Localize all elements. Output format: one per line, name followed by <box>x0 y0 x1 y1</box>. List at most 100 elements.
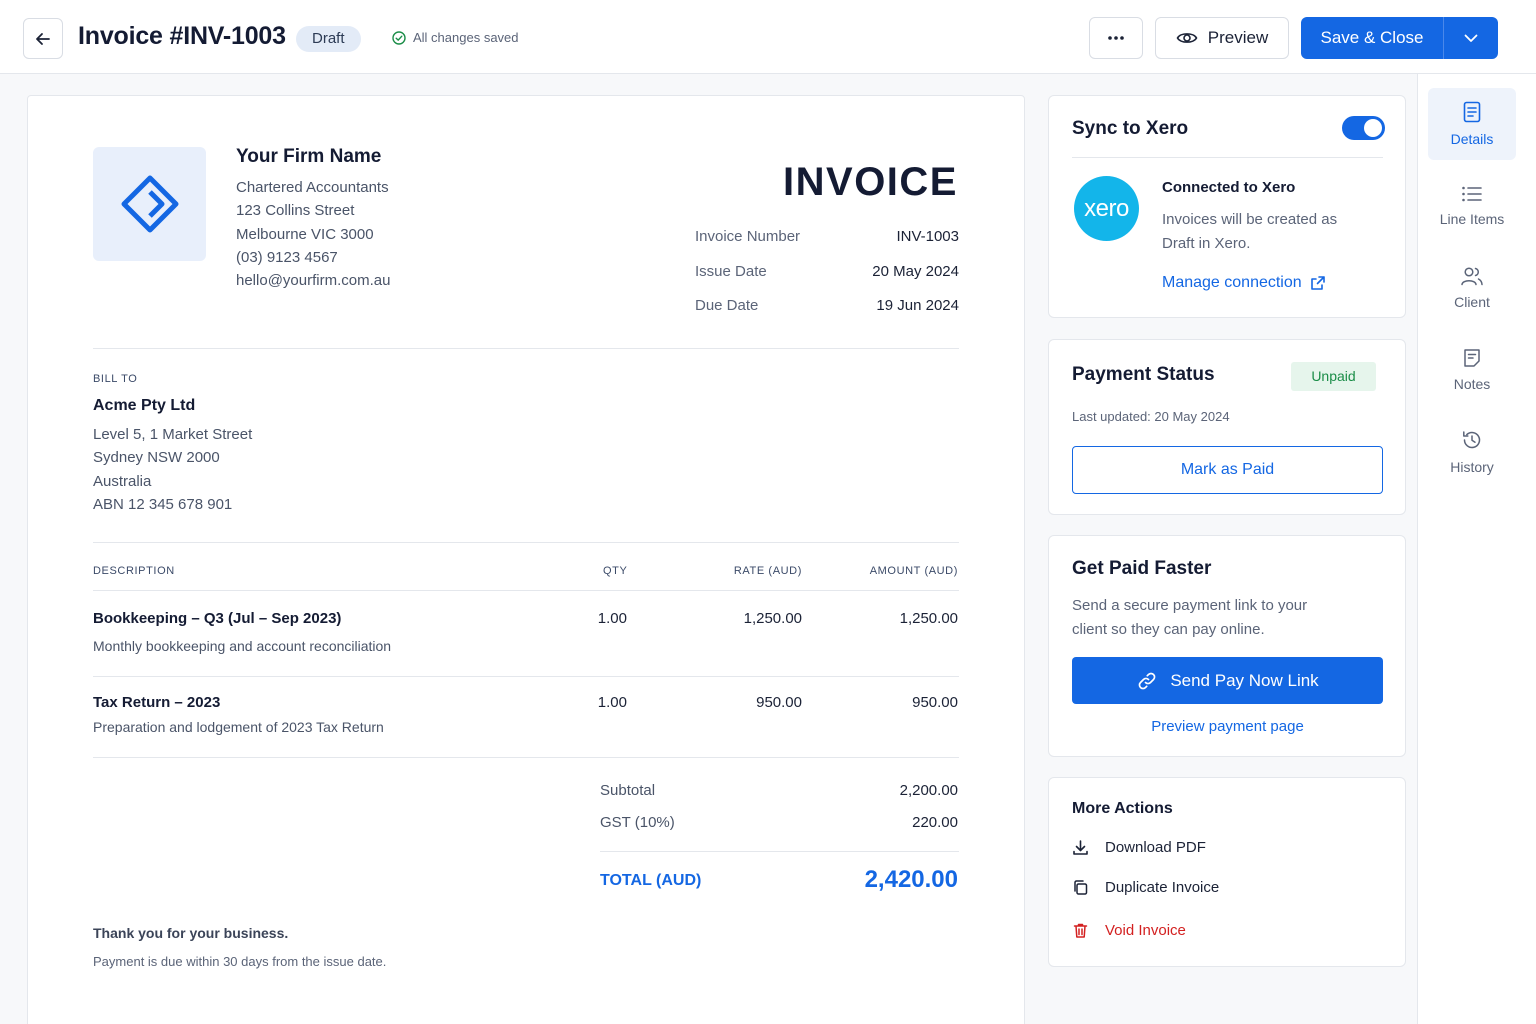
meta-value: INV-1003 <box>896 228 959 245</box>
get-paid-desc-line: Send a secure payment link to your <box>1072 597 1308 614</box>
payment-status-card: Payment Status Unpaid Last updated: 20 M… <box>1048 339 1406 515</box>
line-item-rate: 950.00 <box>756 694 802 711</box>
gst-label: GST (10%) <box>600 814 675 831</box>
total-value: 2,420.00 <box>864 866 958 893</box>
divider <box>600 851 959 852</box>
payment-terms: Payment is due within 30 days from the i… <box>93 954 387 969</box>
line-item-amount: 950.00 <box>912 694 958 711</box>
duplicate-invoice-label: Duplicate Invoice <box>1105 879 1220 896</box>
preview-payment-page-link[interactable]: Preview payment page <box>1072 718 1383 735</box>
line-item-qty: 1.00 <box>597 610 627 627</box>
last-updated: Last updated: 20 May 2024 <box>1072 409 1230 424</box>
divider <box>93 590 959 591</box>
send-pay-now-link-button[interactable]: Send Pay Now Link <box>1072 657 1383 704</box>
firm-line: (03) 9123 4567 <box>236 248 338 266</box>
firm-line: 123 Collins Street <box>236 202 355 220</box>
more-actions-title: More Actions <box>1072 800 1173 817</box>
column-header-qty: QTY <box>603 565 628 577</box>
preview-button[interactable]: Preview <box>1155 17 1289 59</box>
copy-icon <box>1074 880 1088 895</box>
save-status-text: All changes saved <box>413 30 519 45</box>
rail-item-label: Details <box>1450 131 1494 147</box>
connected-description: Invoices will be created as Draft in Xer… <box>1162 208 1337 256</box>
payment-status-title: Payment Status <box>1072 364 1215 385</box>
get-paid-description: Send a secure payment link to your clien… <box>1072 594 1307 642</box>
meta-value: 19 Jun 2024 <box>876 297 959 314</box>
meta-value: 20 May 2024 <box>872 262 959 280</box>
invoice-document: Your Firm Name Chartered Accountants 123… <box>27 95 1025 1024</box>
save-options-dropdown[interactable] <box>1444 17 1498 59</box>
subtotal-value: 2,200.00 <box>899 782 958 799</box>
sync-xero-title: Sync to Xero <box>1072 118 1189 139</box>
sync-xero-card: Sync to Xero xero Connected to Xero Invo… <box>1048 95 1406 318</box>
connected-title: Connected to Xero <box>1162 179 1296 196</box>
xero-logo: xero <box>1074 176 1139 241</box>
manage-connection-label: Manage connection <box>1162 274 1302 291</box>
firm-logo <box>93 147 206 261</box>
more-horizontal-icon <box>1108 36 1124 40</box>
line-item-amount: 1,250.00 <box>899 610 958 627</box>
rail-item-label: History <box>1450 459 1494 475</box>
invoice-meta: Invoice Number INV-1003 Issue Date 20 Ma… <box>695 228 959 332</box>
firm-line: Melbourne VIC 3000 <box>236 225 374 243</box>
line-item-description: Monthly bookkeeping and account reconcil… <box>93 638 392 654</box>
divider <box>93 348 959 349</box>
sync-xero-toggle[interactable] <box>1342 116 1385 140</box>
send-pay-now-label: Send Pay Now Link <box>1170 670 1319 690</box>
rail-item-label: Line Items <box>1439 211 1505 227</box>
note-icon <box>1464 349 1480 367</box>
meta-label: Issue Date <box>695 262 767 280</box>
arrow-left-icon <box>36 32 50 45</box>
top-bar: Invoice #INV-1003 Draft All changes save… <box>0 0 1536 74</box>
download-pdf-label: Download PDF <box>1105 839 1206 856</box>
save-close-button[interactable]: Save & Close <box>1301 17 1444 59</box>
divider <box>93 676 959 677</box>
more-options-button[interactable] <box>1089 17 1143 59</box>
users-icon <box>1461 267 1483 286</box>
void-invoice-action[interactable]: Void Invoice <box>1072 922 1186 939</box>
rail-item-notes[interactable]: Notes <box>1428 334 1516 406</box>
page-title: Invoice #INV-1003 <box>78 22 286 50</box>
divider <box>93 542 959 543</box>
back-button[interactable] <box>23 18 63 59</box>
total-label: TOTAL (AUD) <box>600 872 702 889</box>
line-item-description: Preparation and lodgement of 2023 Tax Re… <box>93 719 384 735</box>
download-icon <box>1073 840 1088 855</box>
thank-you-note: Thank you for your business. <box>93 925 289 941</box>
right-rail-nav: Details Line Items Client Notes History <box>1417 74 1536 1024</box>
firm-line: Chartered Accountants <box>236 179 389 196</box>
eye-icon <box>1176 33 1198 43</box>
rail-item-label: Notes <box>1453 376 1491 392</box>
gst-value: 220.00 <box>912 814 958 831</box>
list-icon <box>1462 186 1482 202</box>
save-close-split-button: Save & Close <box>1301 17 1498 59</box>
get-paid-desc-line: client so they can pay online. <box>1072 621 1265 638</box>
duplicate-invoice-action[interactable]: Duplicate Invoice <box>1072 879 1219 896</box>
rail-item-details[interactable]: Details <box>1428 88 1516 160</box>
line-item-title: Tax Return – 2023 <box>93 694 221 711</box>
rail-item-client[interactable]: Client <box>1428 252 1516 324</box>
preview-button-label: Preview <box>1207 28 1269 47</box>
mark-as-paid-button[interactable]: Mark as Paid <box>1072 446 1383 494</box>
client-address: Level 5, 1 Market Street Sydney NSW 2000… <box>93 423 252 517</box>
rail-item-line-items[interactable]: Line Items <box>1428 170 1516 242</box>
history-icon <box>1463 431 1481 449</box>
column-header-description: DESCRIPTION <box>93 565 175 577</box>
manage-connection-link[interactable]: Manage connection <box>1162 274 1326 292</box>
connected-desc-line: Invoices will be created as <box>1162 211 1338 228</box>
link-icon <box>1138 672 1156 689</box>
download-pdf-action[interactable]: Download PDF <box>1072 839 1206 856</box>
client-name: Acme Pty Ltd <box>93 397 196 414</box>
trash-icon <box>1073 923 1088 938</box>
column-header-amount: AMOUNT (AUD) <box>869 565 958 577</box>
divider <box>93 757 959 758</box>
save-status: All changes saved <box>392 30 519 45</box>
client-line: Level 5, 1 Market Street <box>93 426 253 443</box>
meta-row: Invoice Number INV-1003 <box>695 228 959 263</box>
diamond-logo-icon <box>121 175 178 233</box>
line-item-title: Bookkeeping – Q3 (Jul – Sep 2023) <box>93 610 342 627</box>
firm-address: Chartered Accountants 123 Collins Street… <box>236 176 390 292</box>
meta-label: Due Date <box>695 297 759 314</box>
rail-item-history[interactable]: History <box>1428 416 1516 488</box>
external-link-icon <box>1310 276 1325 290</box>
